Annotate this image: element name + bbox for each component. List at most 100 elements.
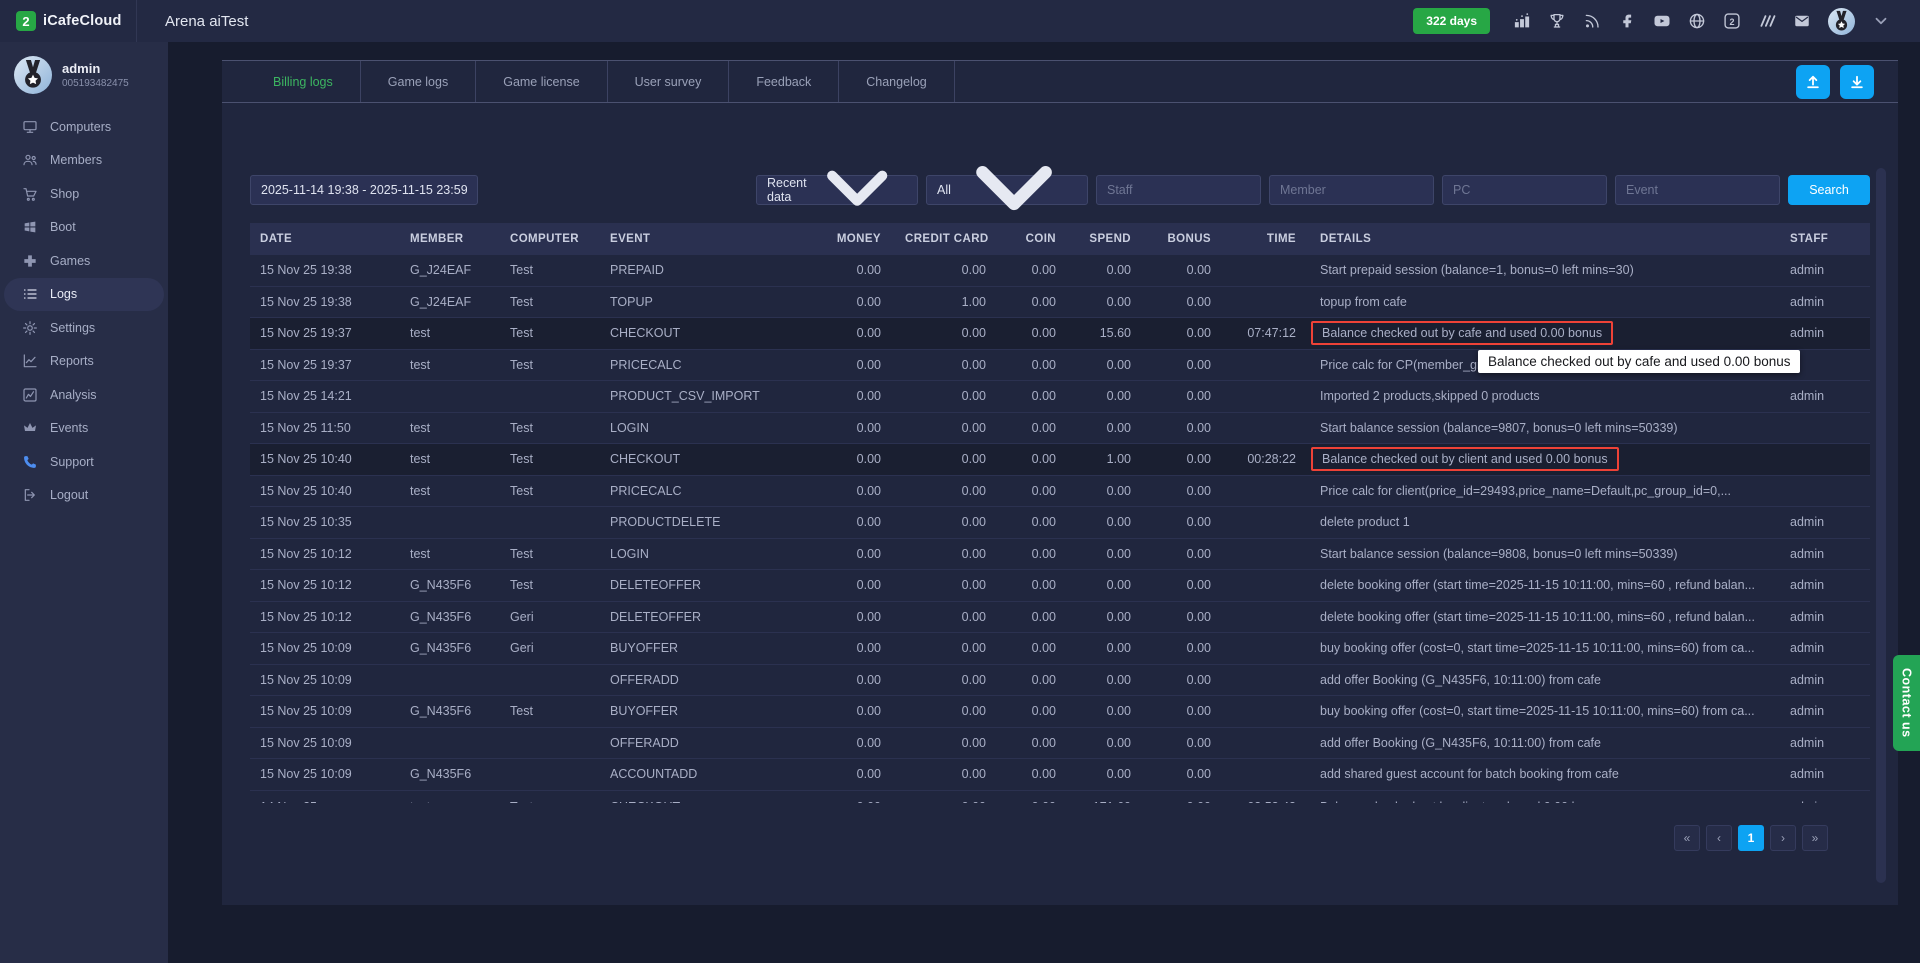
sidebar-item-label: Settings [50, 321, 95, 335]
cell-spend: 0.00 [1070, 736, 1145, 750]
sidebar-item-members[interactable]: Members [0, 144, 168, 178]
cell-credit: 1.00 [895, 295, 1000, 309]
facebook-icon[interactable] [1618, 12, 1636, 30]
pc-input[interactable] [1442, 175, 1607, 205]
days-badge[interactable]: 322 days [1413, 8, 1490, 34]
sidebar-item-analysis[interactable]: Analysis [0, 378, 168, 412]
upload-button[interactable] [1796, 65, 1830, 99]
sidebar-item-logout[interactable]: Logout [0, 479, 168, 513]
table-row: 15 Nov 25 10:12testTestLOGIN0.000.000.00… [250, 539, 1870, 571]
cell-coin: 0.00 [1000, 358, 1070, 372]
table-row: 15 Nov 25 19:37testTestCHECKOUT0.000.000… [250, 318, 1870, 350]
cell-event: ACCOUNTADD [600, 767, 810, 781]
cell-spend: 0.00 [1070, 358, 1145, 372]
logout-icon [22, 487, 38, 503]
tab-changelog[interactable]: Changelog [839, 61, 954, 102]
youtube-icon[interactable] [1653, 12, 1671, 30]
event-input[interactable] [1615, 175, 1780, 205]
cell-bonus: 0.00 [1145, 452, 1225, 466]
contact-us-label: Contact us [1900, 668, 1914, 738]
mail-icon[interactable] [1793, 12, 1811, 30]
prev-page-button[interactable]: ‹ [1706, 825, 1732, 851]
tab-game-license[interactable]: Game license [476, 61, 607, 102]
type-select[interactable]: All [926, 175, 1088, 205]
table-body: 15 Nov 25 19:38G_J24EAFTestPREPAID0.000.… [250, 255, 1870, 803]
cell-bonus: 0.00 [1145, 263, 1225, 277]
highlighted-details: Balance checked out by client and used 0… [1311, 447, 1619, 471]
chevron-down-icon[interactable] [1872, 12, 1890, 30]
cell-details: Start balance session (balance=9807, bon… [1310, 421, 1780, 435]
cell-details: Balance checked out by client and used 0… [1310, 791, 1780, 803]
sidebar-item-settings[interactable]: Settings [0, 311, 168, 345]
last-page-button[interactable]: » [1802, 825, 1828, 851]
date-range-input[interactable] [250, 175, 478, 205]
trophy-icon[interactable] [1548, 12, 1566, 30]
rss-icon[interactable] [1583, 12, 1601, 30]
sidebar-item-boot[interactable]: Boot [0, 211, 168, 245]
table-row: 15 Nov 25 10:12G_N435F6GeriDELETEOFFER0.… [250, 602, 1870, 634]
cell-spend: 0.00 [1070, 704, 1145, 718]
sidebar-item-computers[interactable]: Computers [0, 110, 168, 144]
column-header-coin: COIN [1000, 233, 1070, 245]
cell-date: 15 Nov 25 10:40 [250, 452, 400, 466]
column-header-computer: COMPUTER [500, 233, 600, 245]
tab-game-logs[interactable]: Game logs [361, 61, 476, 102]
sidebar-item-reports[interactable]: Reports [0, 345, 168, 379]
cell-staff: admin [1780, 767, 1870, 781]
cell-event: BUYOFFER [600, 704, 810, 718]
search-button[interactable]: Search [1788, 175, 1870, 205]
cell-coin: 0.00 [1000, 578, 1070, 592]
cell-bonus: 0.00 [1145, 673, 1225, 687]
scrollbar[interactable] [1876, 168, 1886, 883]
table-row: 15 Nov 25 10:09G_N435F6TestBUYOFFER0.000… [250, 696, 1870, 728]
brand: 2 iCafeCloud [0, 0, 137, 42]
cell-credit: 0.00 [895, 389, 1000, 403]
member-input[interactable] [1269, 175, 1434, 205]
user-avatar[interactable] [14, 56, 52, 94]
tab-feedback[interactable]: Feedback [729, 61, 839, 102]
recent-data-select[interactable]: Recent data [756, 175, 918, 205]
avatar[interactable] [1828, 8, 1855, 35]
contact-us-button[interactable]: Contact us [1893, 655, 1920, 751]
cell-staff: admin [1780, 326, 1870, 340]
sidebar-item-support[interactable]: Support [0, 445, 168, 479]
cell-bonus: 0.00 [1145, 610, 1225, 624]
tab-billing-logs[interactable]: Billing logs [246, 61, 361, 102]
cell-member: test [400, 326, 500, 340]
cell-credit: 0.00 [895, 515, 1000, 529]
cell-event: OFFERADD [600, 736, 810, 750]
cell-credit: 0.00 [895, 610, 1000, 624]
globe-icon[interactable] [1688, 12, 1706, 30]
cell-credit: 0.00 [895, 641, 1000, 655]
cell-member: test [400, 791, 500, 803]
page-1-button[interactable]: 1 [1738, 825, 1764, 851]
layers-icon[interactable] [1758, 12, 1776, 30]
cell-computer: Test [500, 484, 600, 498]
column-header-bonus: BONUS [1145, 233, 1225, 245]
cell-coin: 0.00 [1000, 736, 1070, 750]
sidebar-item-label: Games [50, 254, 90, 268]
sidebar-item-games[interactable]: Games [0, 244, 168, 278]
cell-details: delete booking offer (start time=2025-11… [1310, 578, 1780, 592]
cell-money: 0.00 [810, 358, 895, 372]
cell-money: 0.00 [810, 673, 895, 687]
download-button[interactable] [1840, 65, 1874, 99]
first-page-button[interactable]: « [1674, 825, 1700, 851]
next-page-button[interactable]: › [1770, 825, 1796, 851]
highlighted-details: Balance checked out by cafe and used 0.0… [1311, 321, 1613, 345]
staff-input[interactable] [1096, 175, 1261, 205]
cell-member: G_J24EAF [400, 295, 500, 309]
tab-user-survey[interactable]: User survey [608, 61, 730, 102]
sidebar-item-shop[interactable]: Shop [0, 177, 168, 211]
icafecloud-icon[interactable]: 2 [1723, 12, 1741, 30]
sidebar-item-logs[interactable]: Logs [4, 278, 164, 312]
ranking-icon[interactable] [1513, 12, 1531, 30]
export-buttons [1796, 61, 1874, 102]
shop-icon [22, 186, 38, 202]
cell-credit: 0.00 [895, 484, 1000, 498]
brand-name: iCafeCloud [43, 13, 122, 29]
sidebar-nav: ComputersMembersShopBoot Games Logs Setting… [0, 110, 168, 512]
cell-money: 0.00 [810, 610, 895, 624]
sidebar-item-events[interactable]: Events [0, 412, 168, 446]
cell-details: topup from cafe [1310, 295, 1780, 309]
